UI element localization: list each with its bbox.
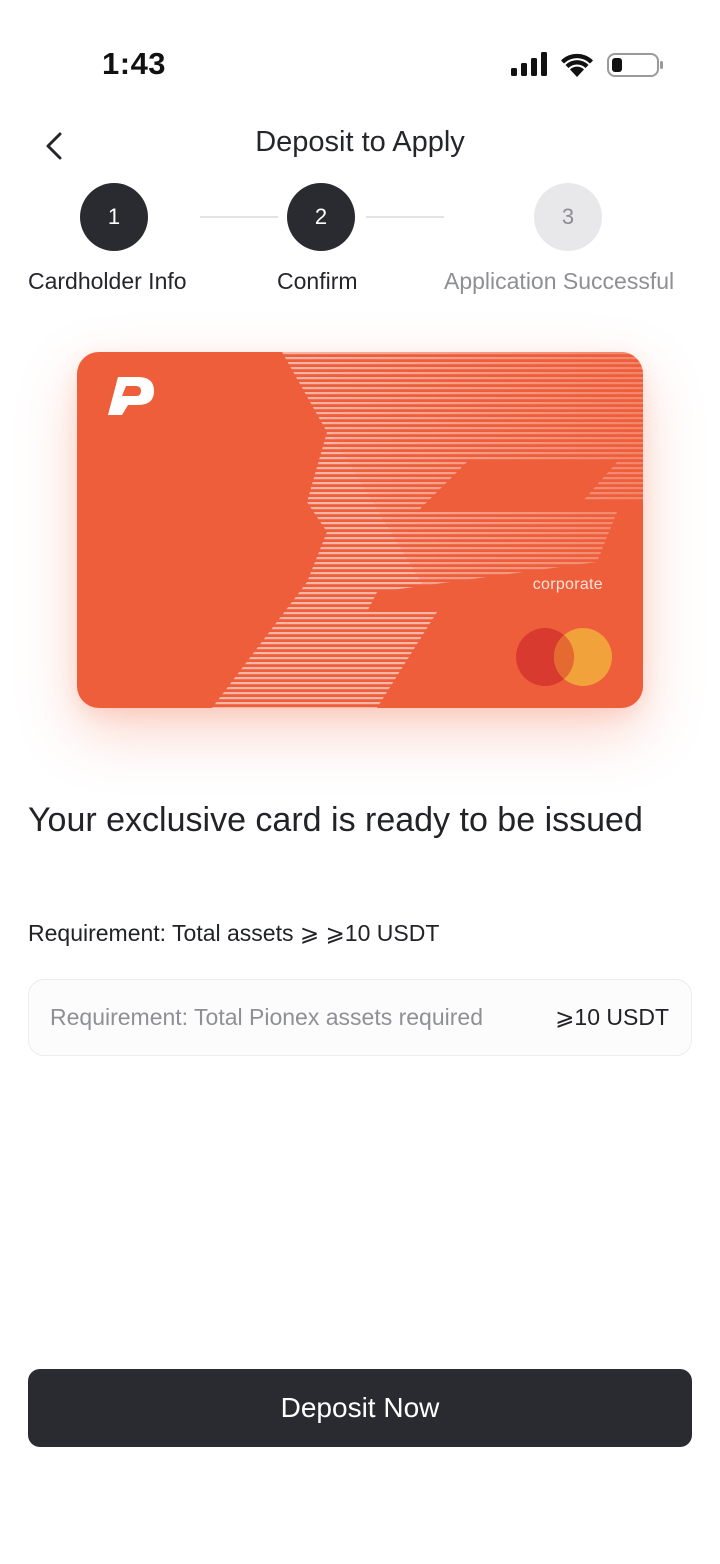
step-2-label: Confirm — [277, 268, 358, 294]
requirement-box: Requirement: Total Pionex assets require… — [28, 979, 692, 1056]
status-icons — [508, 50, 668, 82]
step-3-indicator: 3 — [534, 183, 602, 251]
step-1-label: Cardholder Info — [28, 268, 187, 294]
requirement-box-label: Requirement: Total Pionex assets require… — [50, 1004, 483, 1030]
requirement-text: Requirement: Total assets ⩾ ⩾10 USDT — [28, 920, 440, 946]
deposit-now-button[interactable]: Deposit Now — [28, 1369, 692, 1447]
headline: Your exclusive card is ready to be issue… — [28, 801, 643, 839]
step-connector-1 — [200, 216, 278, 218]
deposit-to-apply-screen: 1:43 Deposit to Apply 1 2 3 Cardholder I… — [0, 0, 720, 1564]
page-title: Deposit to Apply — [255, 126, 465, 158]
status-time: 1:43 — [102, 46, 167, 81]
requirement-box-value: ⩾10 USDT — [555, 1004, 669, 1030]
cellular-signal-icon — [511, 52, 547, 76]
step-3-label: Application Successful — [444, 268, 675, 294]
step-1-indicator: 1 — [80, 183, 148, 251]
mastercard-icon — [516, 628, 612, 686]
step-2-indicator: 2 — [287, 183, 355, 251]
battery-icon — [607, 53, 663, 77]
card-preview: corporate — [77, 352, 643, 708]
card-tier-label: corporate — [532, 576, 603, 593]
wifi-icon — [561, 53, 593, 77]
step-connector-2 — [366, 216, 444, 218]
pionex-logo-icon — [108, 377, 154, 415]
